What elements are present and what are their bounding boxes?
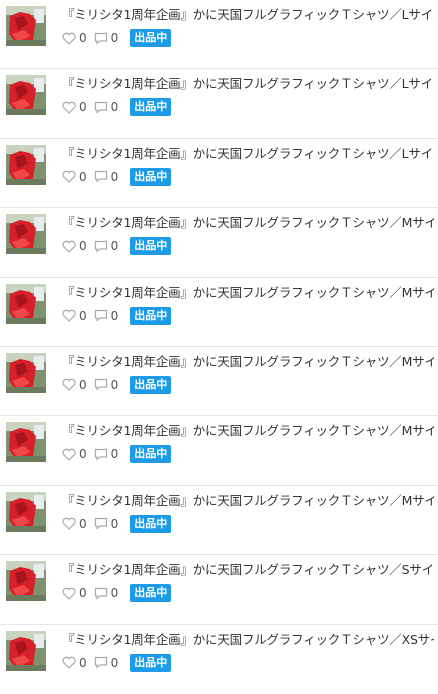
like-count: 0 [79, 31, 87, 45]
item-meta: 0 0 出品中 [62, 236, 172, 256]
like-count: 0 [79, 377, 87, 392]
comment-count: 0 [110, 308, 119, 323]
list-item[interactable]: 『ミリシタ1周年企画』かに天国フルグラフィックＴシャツ／Lサイズ 0 0 出品中 [0, 0, 438, 70]
item-title[interactable]: 『ミリシタ1周年企画』かに天国フルグラフィックＴシャツ／Mサイズ [62, 422, 434, 440]
like-count: 0 [79, 655, 87, 670]
item-title[interactable]: 『ミリシタ1周年企画』かに天国フルグラフィックＴシャツ／Sサイズ [62, 561, 434, 579]
status-badge: 出品中 [130, 98, 172, 117]
item-meta: 0 0 出品中 [62, 514, 172, 534]
item-title[interactable]: 『ミリシタ1周年企画』かに天国フルグラフィックＴシャツ／Mサイズ [62, 214, 434, 232]
item-title[interactable]: 『ミリシタ1周年企画』かに天国フルグラフィックＴシャツ／Mサイズ [62, 284, 434, 302]
item-thumbnail[interactable] [6, 214, 46, 255]
item-title[interactable]: 『ミリシタ1周年企画』かに天国フルグラフィックＴシャツ／Mサイズ [62, 353, 434, 371]
status-badge: 出品中 [130, 29, 172, 47]
comment-icon[interactable] [94, 378, 108, 392]
status-badge: 出品中 [130, 653, 172, 672]
item-title[interactable]: 『ミリシタ1周年企画』かに天国フルグラフィックＴシャツ／Lサイズ [62, 145, 434, 163]
heart-icon[interactable] [62, 378, 76, 392]
comment-count: 0 [110, 31, 119, 45]
like-count: 0 [79, 100, 87, 115]
like-count: 0 [79, 169, 87, 184]
list-item[interactable]: 『ミリシタ1周年企画』かに天国フルグラフィックＴシャツ／Sサイズ 0 0 出品中 [0, 555, 438, 625]
item-thumbnail[interactable] [6, 75, 46, 116]
heart-icon[interactable] [62, 32, 76, 45]
list-item[interactable]: 『ミリシタ1周年企画』かに天国フルグラフィックＴシャツ／Mサイズ 0 0 出品中 [0, 486, 438, 556]
item-thumbnail[interactable] [6, 630, 46, 671]
item-meta: 0 0 出品中 [62, 28, 172, 48]
like-count: 0 [79, 239, 87, 254]
heart-icon[interactable] [62, 240, 76, 253]
heart-icon[interactable] [62, 170, 76, 184]
heart-icon[interactable] [62, 517, 76, 531]
comment-icon[interactable] [94, 656, 108, 669]
item-thumbnail[interactable] [6, 491, 46, 532]
item-thumbnail[interactable] [6, 561, 46, 602]
comment-count: 0 [110, 100, 119, 115]
item-title[interactable]: 『ミリシタ1周年企画』かに天国フルグラフィックＴシャツ／Lサイズ [62, 75, 434, 93]
comment-count: 0 [110, 169, 119, 184]
status-badge: 出品中 [130, 237, 172, 256]
list-item[interactable]: 『ミリシタ1周年企画』かに天国フルグラフィックＴシャツ／XSサイズ 0 0 出品… [0, 625, 438, 694]
comment-count: 0 [110, 655, 119, 670]
item-meta: 0 0 出品中 [62, 167, 172, 187]
listing-list: 『ミリシタ1周年企画』かに天国フルグラフィックＴシャツ／Lサイズ 0 0 出品中 [0, 0, 438, 680]
item-thumbnail[interactable] [6, 6, 46, 46]
comment-icon[interactable] [94, 309, 108, 322]
list-item[interactable]: 『ミリシタ1周年企画』かに天国フルグラフィックＴシャツ／Mサイズ 0 0 出品中 [0, 208, 438, 278]
heart-icon[interactable] [62, 448, 76, 461]
like-count: 0 [79, 308, 87, 323]
item-meta: 0 0 出品中 [62, 97, 172, 117]
list-item[interactable]: 『ミリシタ1周年企画』かに天国フルグラフィックＴシャツ／Mサイズ 0 0 出品中 [0, 347, 438, 417]
item-meta: 0 0 出品中 [62, 583, 172, 603]
item-thumbnail[interactable] [6, 283, 46, 324]
comment-count: 0 [110, 239, 119, 254]
status-badge: 出品中 [130, 306, 172, 325]
status-badge: 出品中 [130, 514, 172, 533]
status-badge: 出品中 [130, 375, 172, 394]
item-meta: 0 0 出品中 [62, 444, 172, 464]
heart-icon[interactable] [62, 656, 76, 669]
list-item[interactable]: 『ミリシタ1周年企画』かに天国フルグラフィックＴシャツ／Mサイズ 0 0 出品中 [0, 278, 438, 347]
item-thumbnail[interactable] [6, 144, 46, 185]
list-item[interactable]: 『ミリシタ1周年企画』かに天国フルグラフィックＴシャツ／Mサイズ 0 0 出品中 [0, 416, 438, 486]
heart-icon[interactable] [62, 587, 76, 600]
heart-icon[interactable] [62, 101, 76, 114]
item-meta: 0 0 出品中 [62, 306, 172, 326]
comment-icon[interactable] [94, 240, 108, 253]
status-badge: 出品中 [130, 167, 172, 186]
heart-icon[interactable] [62, 309, 76, 322]
item-title[interactable]: 『ミリシタ1周年企画』かに天国フルグラフィックＴシャツ／Lサイズ [62, 6, 434, 24]
item-title[interactable]: 『ミリシタ1周年企画』かに天国フルグラフィックＴシャツ／Mサイズ [62, 492, 434, 510]
comment-count: 0 [110, 447, 119, 462]
comment-count: 0 [110, 586, 119, 601]
comment-icon[interactable] [94, 101, 108, 114]
item-title[interactable]: 『ミリシタ1周年企画』かに天国フルグラフィックＴシャツ／XSサイズ [62, 631, 434, 649]
like-count: 0 [79, 586, 87, 601]
comment-icon[interactable] [94, 448, 108, 461]
comment-count: 0 [110, 377, 119, 392]
item-thumbnail[interactable] [6, 352, 46, 393]
like-count: 0 [79, 516, 87, 531]
list-item[interactable]: 『ミリシタ1周年企画』かに天国フルグラフィックＴシャツ／Lサイズ 0 0 出品中 [0, 139, 438, 209]
item-meta: 0 0 出品中 [62, 375, 172, 395]
comment-icon[interactable] [94, 587, 108, 600]
list-item[interactable]: 『ミリシタ1周年企画』かに天国フルグラフィックＴシャツ／Lサイズ 0 0 出品中 [0, 69, 438, 139]
comment-count: 0 [110, 516, 119, 531]
status-badge: 出品中 [130, 445, 172, 464]
item-thumbnail[interactable] [6, 422, 46, 463]
comment-icon[interactable] [94, 517, 108, 531]
like-count: 0 [79, 447, 87, 462]
item-meta: 0 0 出品中 [62, 653, 172, 673]
status-badge: 出品中 [130, 584, 172, 603]
comment-icon[interactable] [94, 32, 108, 45]
comment-icon[interactable] [94, 170, 108, 184]
